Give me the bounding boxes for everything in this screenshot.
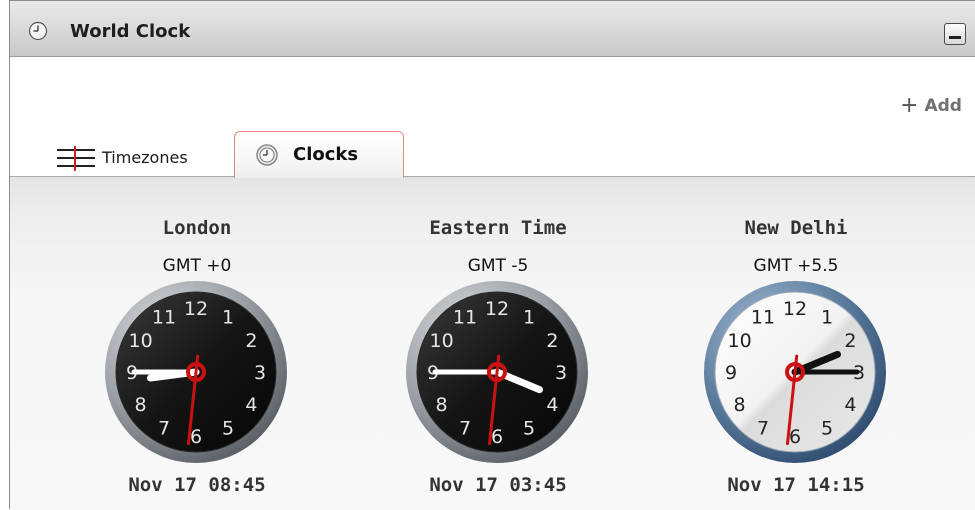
clock-datetime: Nov 17 14:15 <box>727 474 865 496</box>
dial-number: 4 <box>844 394 856 416</box>
city-name: Eastern Time <box>429 217 567 239</box>
dial-number: 8 <box>734 394 746 416</box>
title-bar: World Clock <box>10 1 975 57</box>
plus-icon: + <box>900 93 919 118</box>
gmt-offset: GMT -5 <box>467 256 529 276</box>
dial-number: 1 <box>523 307 535 329</box>
dial-number: 4 <box>546 394 558 416</box>
city-name: New Delhi <box>744 217 848 239</box>
dial-number: 7 <box>158 417 170 439</box>
clock-icon <box>256 144 278 166</box>
dial-number: 9 <box>725 362 737 384</box>
dial-number: 10 <box>430 330 454 352</box>
tab-timezones-label: Timezones <box>102 148 188 167</box>
add-label: Add <box>924 96 962 116</box>
city-name: London <box>162 217 232 239</box>
dial-number: 12 <box>485 298 509 320</box>
tab-clocks-label: Clocks <box>293 144 359 165</box>
dial-number: 11 <box>152 307 176 329</box>
world-clock-panel: World Clock + Add Timezones Clocks London… <box>9 0 975 510</box>
dial-number: 10 <box>129 330 153 352</box>
clock-card-london: London GMT +0 123456789101112 Nov 17 08:… <box>87 211 307 501</box>
gmt-offset: GMT +5.5 <box>753 256 839 276</box>
tab-strip-divider <box>10 176 975 177</box>
dial-number: 8 <box>436 394 448 416</box>
dial-number: 2 <box>245 330 257 352</box>
analog-clock: 123456789101112 <box>406 281 588 463</box>
dial-number: 11 <box>751 307 775 329</box>
clock-card-eastern-time: Eastern Time GMT -5 123456789101112 Nov … <box>388 211 608 501</box>
dial-number: 3 <box>555 362 567 384</box>
add-clock-button[interactable]: + Add <box>900 92 962 118</box>
dial-number: 6 <box>190 426 202 448</box>
dial-number: 1 <box>222 307 234 329</box>
tab-clocks[interactable]: Clocks <box>234 131 404 178</box>
dial-number: 6 <box>491 426 503 448</box>
dial-number: 10 <box>728 330 752 352</box>
dial-number: 12 <box>184 298 208 320</box>
dial-number: 1 <box>821 307 833 329</box>
minimize-button[interactable] <box>944 23 966 45</box>
dial-number: 7 <box>757 417 769 439</box>
analog-clock: 123456789101112 <box>105 281 287 463</box>
dial-number: 8 <box>135 394 147 416</box>
clock-card-new-delhi: New Delhi GMT +5.5 123456789101112 Nov 1… <box>686 211 906 501</box>
dial-number: 12 <box>783 298 807 320</box>
dial-number: 4 <box>245 394 257 416</box>
clock-datetime: Nov 17 08:45 <box>128 474 266 496</box>
dial-number: 3 <box>254 362 266 384</box>
clock-datetime: Nov 17 03:45 <box>429 474 567 496</box>
analog-clock: 123456789101112 <box>704 281 886 463</box>
list-icon <box>57 146 95 171</box>
clock-icon <box>28 21 48 41</box>
dial-number: 5 <box>222 417 234 439</box>
dial-number: 2 <box>844 330 856 352</box>
tab-timezones[interactable]: Timezones <box>54 141 214 175</box>
window-title: World Clock <box>70 21 191 42</box>
dial-number: 5 <box>821 417 833 439</box>
dial-number: 2 <box>546 330 558 352</box>
dial-number: 7 <box>459 417 471 439</box>
gmt-offset: GMT +0 <box>162 256 232 276</box>
dial-number: 5 <box>523 417 535 439</box>
dial-number: 6 <box>789 426 801 448</box>
dial-number: 11 <box>453 307 477 329</box>
